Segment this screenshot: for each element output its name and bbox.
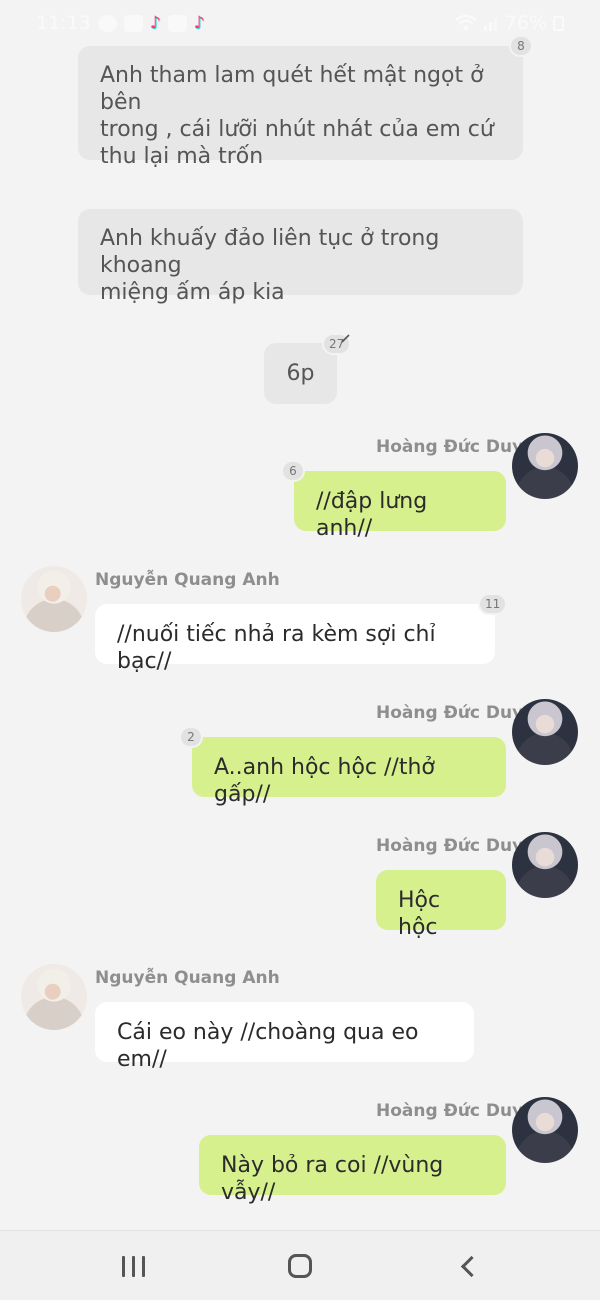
outgoing-message[interactable]: Này bỏ ra coi //vùng vẫy// (199, 1135, 506, 1205)
home-icon (288, 1254, 312, 1278)
pin-icon (341, 334, 350, 343)
message-text-line: miệng ấm áp kia (100, 280, 285, 305)
incoming-message[interactable]: //nuối tiếc nhả ra kèm sợi chỉ bạc// (95, 604, 495, 674)
outgoing-message[interactable]: Hộc hộc (376, 870, 506, 940)
tiktok-icon: ♪ (149, 13, 161, 33)
battery-percent: 76% (504, 12, 547, 34)
message-text-line: Anh khuấy đảo liên tục ở trong khoang (100, 226, 440, 278)
message-text: Cái eo này //choàng qua eo em// (117, 1020, 419, 1072)
outgoing-message[interactable]: //đập lưng anh// (294, 471, 506, 541)
mail-icon (123, 14, 143, 32)
message-text: //nuối tiếc nhả ra kèm sợi chỉ bạc// (117, 622, 436, 674)
system-message[interactable]: Anh khuấy đảo liên tục ở trong khoang mi… (78, 209, 523, 305)
back-button[interactable] (423, 1231, 513, 1300)
avatar[interactable] (21, 566, 87, 632)
sender-name: Hoàng Đức Duy (376, 703, 524, 723)
reaction-count[interactable]: 2 (179, 726, 203, 748)
avatar[interactable] (21, 964, 87, 1030)
avatar[interactable] (512, 1097, 578, 1163)
recents-icon (121, 1255, 145, 1277)
message-text: 6p (286, 361, 315, 386)
back-icon (460, 1255, 482, 1277)
reaction-count[interactable]: 6 (281, 460, 305, 482)
messenger-icon (167, 14, 187, 32)
status-left: 11:13 ♪ ♪ (36, 12, 204, 34)
reaction-count[interactable]: 8 (509, 35, 533, 57)
message-text: Hộc hộc (398, 888, 441, 940)
status-time: 11:13 (36, 12, 91, 34)
reaction-count[interactable]: 11 (478, 593, 508, 615)
sender-name: Nguyễn Quang Anh (95, 968, 280, 988)
tiktok-icon: ♪ (193, 13, 205, 33)
battery-icon (553, 15, 564, 31)
incoming-message[interactable]: Cái eo này //choàng qua eo em// (95, 1002, 474, 1072)
avatar[interactable] (512, 433, 578, 499)
navigation-bar (0, 1230, 600, 1300)
outgoing-message[interactable]: A..anh hộc hộc //thở gấp// (192, 737, 506, 807)
system-message[interactable]: Anh tham lam quét hết mật ngọt ở bên tro… (78, 46, 523, 169)
sender-name: Nguyễn Quang Anh (95, 570, 280, 590)
sender-name: Hoàng Đức Duy (376, 437, 524, 457)
avatar[interactable] (512, 832, 578, 898)
status-right: 76% (455, 12, 564, 34)
message-text: A..anh hộc hộc //thở gấp// (214, 755, 435, 807)
messenger-icon (97, 14, 117, 32)
message-text: Này bỏ ra coi //vùng vẫy// (221, 1153, 444, 1205)
wifi-icon (455, 14, 477, 31)
sender-name: Hoàng Đức Duy (376, 836, 524, 856)
recents-button[interactable] (88, 1231, 178, 1300)
message-text: //đập lưng anh// (316, 489, 428, 541)
message-text-line: trong , cái lưỡi nhút nhát của em cứ (100, 117, 494, 142)
home-button[interactable] (255, 1231, 345, 1300)
message-text-line: thu lại mà trốn (100, 144, 264, 169)
signal-icon (483, 18, 497, 31)
sender-name: Hoàng Đức Duy (376, 1101, 524, 1121)
message-text-line: Anh tham lam quét hết mật ngọt ở bên (100, 63, 484, 115)
avatar[interactable] (512, 699, 578, 765)
